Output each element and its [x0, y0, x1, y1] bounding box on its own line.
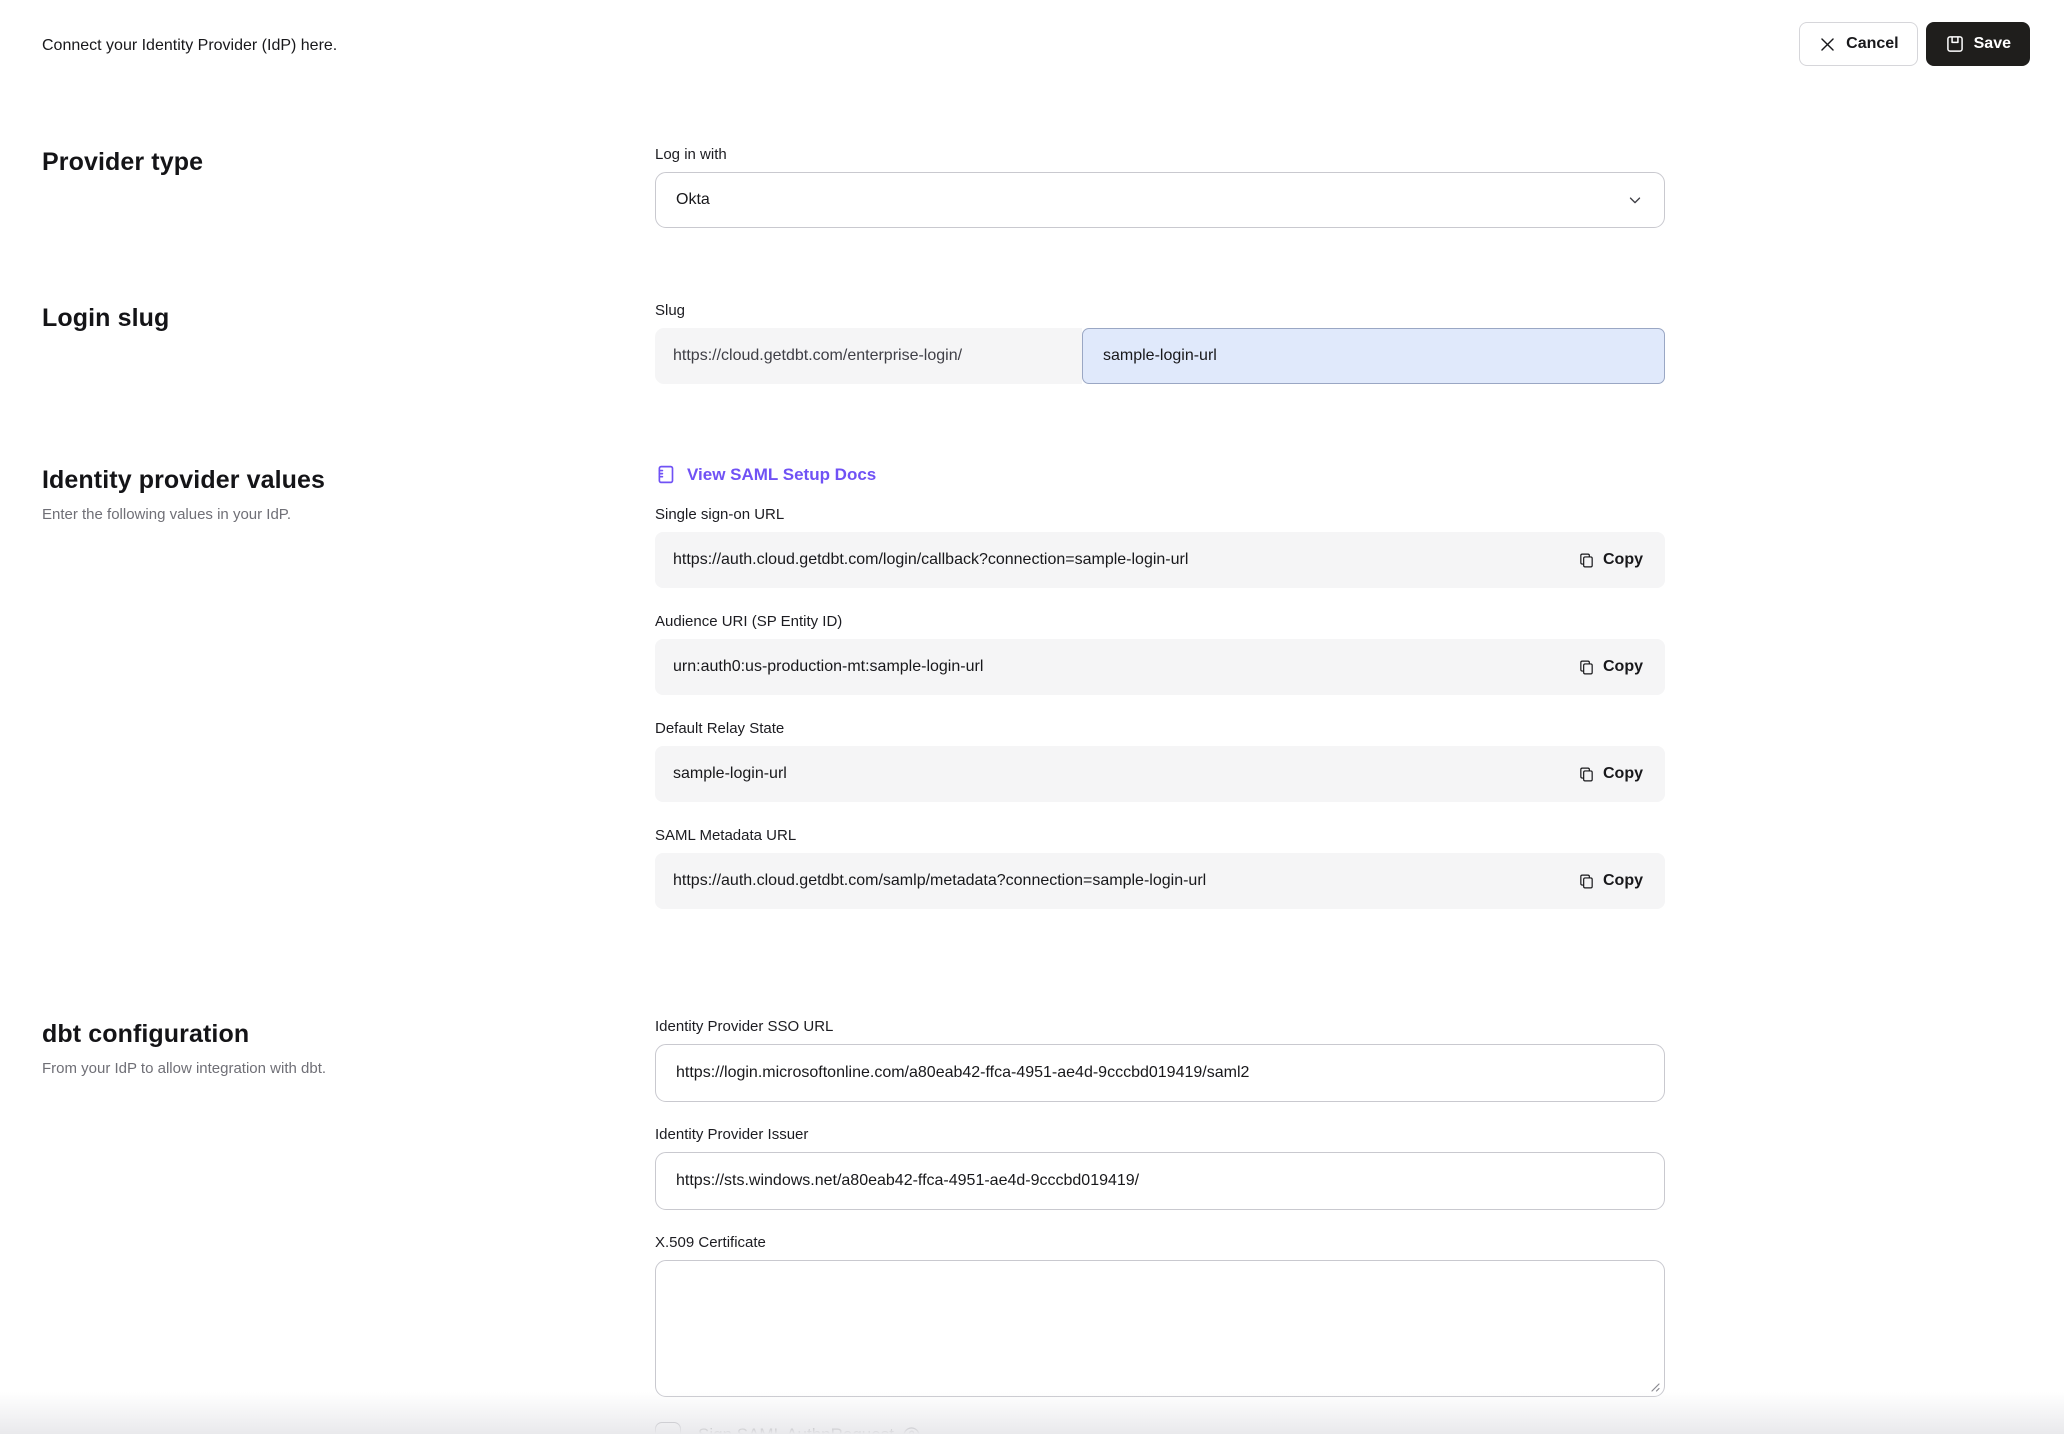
sign-authn-row: Sign SAML AuthnRequest — [655, 1422, 1665, 1434]
save-button[interactable]: Save — [1926, 22, 2030, 66]
saml-metadata-field: https://auth.cloud.getdbt.com/samlp/meta… — [655, 853, 1665, 909]
idp-values-subheading: Enter the following values in your IdP. — [42, 506, 655, 523]
docs-link-label: View SAML Setup Docs — [687, 465, 876, 485]
certificate-group: X.509 Certificate — [655, 1234, 1665, 1397]
cancel-button[interactable]: Cancel — [1799, 22, 1917, 66]
save-button-label: Save — [1974, 35, 2011, 53]
chevron-down-icon — [1626, 191, 1644, 209]
idp-sso-url-label: Identity Provider SSO URL — [655, 1018, 1665, 1035]
view-saml-setup-docs-link[interactable]: View SAML Setup Docs — [655, 464, 876, 485]
slug-field-group: https://cloud.getdbt.com/enterprise-logi… — [655, 328, 1665, 384]
saml-metadata-label: SAML Metadata URL — [655, 827, 1665, 844]
help-icon[interactable] — [902, 1426, 921, 1434]
header-actions: Cancel Save — [1799, 22, 2030, 66]
sso-url-label: Single sign-on URL — [655, 506, 1665, 523]
idp-issuer-input[interactable] — [655, 1152, 1665, 1210]
login-slug-section: Login slug Slug https://cloud.getdbt.com… — [42, 302, 2064, 384]
relay-state-field: sample-login-url Copy — [655, 746, 1665, 802]
idp-issuer-group: Identity Provider Issuer — [655, 1126, 1665, 1210]
audience-uri-label: Audience URI (SP Entity ID) — [655, 613, 1665, 630]
copy-saml-metadata-button[interactable]: Copy — [1574, 866, 1647, 897]
idp-sso-url-group: Identity Provider SSO URL — [655, 1018, 1665, 1102]
copy-icon — [1578, 765, 1595, 784]
copy-button-label: Copy — [1603, 765, 1643, 783]
idp-sso-url-input[interactable] — [655, 1044, 1665, 1102]
slug-url-prefix: https://cloud.getdbt.com/enterprise-logi… — [655, 328, 1082, 384]
header-bar: Connect your Identity Provider (IdP) her… — [0, 0, 2064, 66]
provider-type-heading: Provider type — [42, 148, 655, 177]
copy-audience-uri-button[interactable]: Copy — [1574, 652, 1647, 683]
relay-state-field-group: Default Relay State sample-login-url Cop… — [655, 720, 1665, 802]
copy-sso-url-button[interactable]: Copy — [1574, 545, 1647, 576]
dbt-configuration-section: dbt configuration From your IdP to allow… — [42, 1018, 2064, 1434]
copy-icon — [1578, 658, 1595, 677]
audience-uri-field-group: Audience URI (SP Entity ID) urn:auth0:us… — [655, 613, 1665, 695]
copy-button-label: Copy — [1603, 872, 1643, 890]
sso-url-field: https://auth.cloud.getdbt.com/login/call… — [655, 532, 1665, 588]
close-icon — [1818, 35, 1837, 54]
relay-state-value: sample-login-url — [673, 765, 787, 783]
dbt-configuration-heading: dbt configuration — [42, 1020, 655, 1049]
audience-uri-field: urn:auth0:us-production-mt:sample-login-… — [655, 639, 1665, 695]
copy-button-label: Copy — [1603, 551, 1643, 569]
save-icon — [1945, 34, 1965, 54]
copy-icon — [1578, 872, 1595, 891]
provider-select[interactable]: Okta — [655, 172, 1665, 228]
sso-url-field-group: Single sign-on URL https://auth.cloud.ge… — [655, 506, 1665, 588]
idp-issuer-label: Identity Provider Issuer — [655, 1126, 1665, 1143]
slug-label: Slug — [655, 302, 1665, 319]
cancel-button-label: Cancel — [1846, 35, 1898, 53]
sign-authn-checkbox[interactable] — [655, 1422, 681, 1434]
login-with-label: Log in with — [655, 146, 1665, 163]
relay-state-label: Default Relay State — [655, 720, 1665, 737]
slug-input[interactable] — [1082, 328, 1665, 384]
audience-uri-value: urn:auth0:us-production-mt:sample-login-… — [673, 658, 983, 676]
saml-metadata-value: https://auth.cloud.getdbt.com/samlp/meta… — [673, 872, 1206, 890]
saml-metadata-field-group: SAML Metadata URL https://auth.cloud.get… — [655, 827, 1665, 909]
certificate-textarea[interactable] — [655, 1260, 1665, 1397]
identity-provider-values-section: Identity provider values Enter the follo… — [42, 464, 2064, 934]
copy-icon — [1578, 551, 1595, 570]
login-slug-heading: Login slug — [42, 304, 655, 333]
copy-button-label: Copy — [1603, 658, 1643, 676]
docs-icon — [655, 464, 676, 485]
provider-select-value: Okta — [676, 191, 710, 209]
idp-values-heading: Identity provider values — [42, 466, 655, 495]
sign-authn-label: Sign SAML AuthnRequest — [698, 1425, 894, 1434]
sso-url-value: https://auth.cloud.getdbt.com/login/call… — [673, 551, 1188, 569]
page-description: Connect your Identity Provider (IdP) her… — [42, 33, 337, 55]
copy-relay-state-button[interactable]: Copy — [1574, 759, 1647, 790]
certificate-label: X.509 Certificate — [655, 1234, 1665, 1251]
dbt-configuration-subheading: From your IdP to allow integration with … — [42, 1060, 655, 1077]
provider-type-section: Provider type Log in with Okta — [42, 146, 2064, 228]
